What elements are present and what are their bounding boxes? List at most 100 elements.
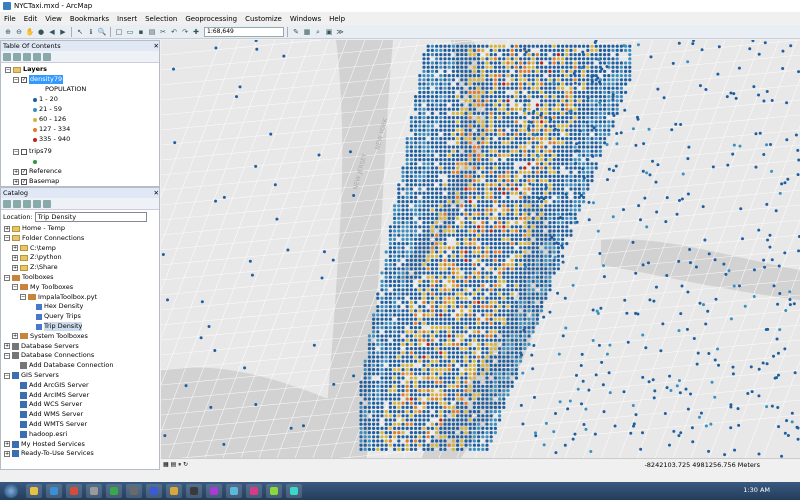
taskbar-app-icon[interactable] xyxy=(246,484,262,498)
layer-visibility-checkbox[interactable]: ✓ xyxy=(21,76,27,83)
menu-help[interactable]: Help xyxy=(325,15,349,23)
start-button[interactable] xyxy=(4,484,18,498)
taskbar-app-icon[interactable] xyxy=(106,484,122,498)
taskbar-app-icon[interactable] xyxy=(126,484,142,498)
taskbar-explorer-icon[interactable] xyxy=(26,484,42,498)
list-by-selection-icon[interactable] xyxy=(33,52,41,61)
catalog-item-add-server[interactable]: Add WMS Server xyxy=(12,410,83,419)
catalog-icon[interactable]: ▦ xyxy=(302,27,312,37)
redo-icon[interactable]: ↷ xyxy=(180,27,190,37)
expand-toggle[interactable]: + xyxy=(12,264,18,271)
catalog-item-my-hosted-services[interactable]: + My Hosted Services xyxy=(4,440,85,449)
zoom-in-icon[interactable]: ⊕ xyxy=(3,27,13,37)
pan-icon[interactable]: ✋ xyxy=(25,27,35,37)
expand-toggle[interactable]: − xyxy=(12,284,18,291)
location-input[interactable]: Trip Density xyxy=(34,212,147,222)
close-icon[interactable]: ✕ xyxy=(154,188,159,198)
open-icon[interactable]: ▭ xyxy=(125,27,135,37)
menu-edit[interactable]: Edit xyxy=(20,15,42,23)
select-arrow-icon[interactable]: ↖ xyxy=(75,27,85,37)
taskbar-app-icon[interactable] xyxy=(266,484,282,498)
toc-layer-basemap[interactable]: + ✓ Basemap xyxy=(13,177,59,186)
print-icon[interactable]: ▤ xyxy=(147,27,157,37)
catalog-item-add-server[interactable]: Add ArcIMS Server xyxy=(12,391,89,400)
catalog-item-tool[interactable]: Hex Density xyxy=(28,302,83,311)
catalog-item-home[interactable]: + Home - Temp xyxy=(4,224,65,233)
back-icon[interactable] xyxy=(3,199,11,208)
up-icon[interactable] xyxy=(13,199,21,208)
toc-layers-root[interactable]: − Layers xyxy=(5,65,47,74)
list-by-visibility-icon[interactable] xyxy=(23,52,31,61)
search-icon[interactable]: ⌕ xyxy=(313,27,323,37)
identify-icon[interactable]: ℹ xyxy=(86,27,96,37)
catalog-item-gis-servers[interactable]: − GIS Servers xyxy=(4,371,59,380)
catalog-item-folder[interactable]: + Z:\python xyxy=(12,253,62,262)
expand-toggle[interactable]: + xyxy=(4,441,10,448)
taskbar-chrome-icon[interactable] xyxy=(66,484,82,498)
menu-selection[interactable]: Selection xyxy=(141,15,181,23)
taskbar-arcmap-icon[interactable] xyxy=(226,484,242,498)
close-icon[interactable]: ✕ xyxy=(154,41,159,51)
expand-toggle[interactable]: + xyxy=(4,343,10,350)
taskbar-app-icon[interactable] xyxy=(206,484,222,498)
editor-icon[interactable]: ✎ xyxy=(291,27,301,37)
connect-folder-icon[interactable] xyxy=(33,199,41,208)
expand-toggle[interactable]: + xyxy=(12,333,18,340)
catalog-item-folder[interactable]: + C:\temp xyxy=(12,244,56,253)
map-scale-input[interactable]: 1:68,649 xyxy=(204,26,284,37)
views-icon[interactable] xyxy=(43,199,51,208)
catalog-item-tool[interactable]: Query Trips xyxy=(28,312,81,321)
catalog-item-database-servers[interactable]: + Database Servers xyxy=(4,342,79,351)
list-by-drawing-order-icon[interactable] xyxy=(3,52,11,61)
layer-visibility-checkbox[interactable]: ✓ xyxy=(21,178,27,185)
taskbar-app-icon[interactable] xyxy=(186,484,202,498)
toc-layer-reference[interactable]: + ✓ Reference xyxy=(13,167,62,176)
undo-icon[interactable]: ↶ xyxy=(169,27,179,37)
options-icon[interactable] xyxy=(43,52,51,61)
catalog-item-my-toolboxes[interactable]: − My Toolboxes xyxy=(12,283,73,292)
taskbar-app-icon[interactable] xyxy=(146,484,162,498)
layer-visibility-checkbox[interactable]: ✓ xyxy=(21,168,27,175)
python-icon[interactable]: ≫ xyxy=(335,27,345,37)
expand-toggle[interactable]: − xyxy=(4,352,10,359)
expand-toggle[interactable]: + xyxy=(4,225,10,232)
catalog-item-toolboxes[interactable]: − Toolboxes xyxy=(4,273,54,282)
menu-customize[interactable]: Customize xyxy=(241,15,286,23)
catalog-item-database-connections[interactable]: − Database Connections xyxy=(4,351,94,360)
forward-icon[interactable]: ▶ xyxy=(58,27,68,37)
expand-toggle[interactable]: − xyxy=(20,294,26,301)
map-canvas[interactable]: NEW JERSEY NEW YORK xyxy=(161,40,800,458)
catalog-item-folder[interactable]: + Z:\Share xyxy=(12,263,58,272)
home-icon[interactable] xyxy=(23,199,31,208)
catalog-item-tool[interactable]: Trip Density xyxy=(28,322,83,331)
new-icon[interactable]: □ xyxy=(114,27,124,37)
save-icon[interactable]: ▪ xyxy=(136,27,146,37)
toc-layer-density79[interactable]: − ✓ density79 xyxy=(13,75,64,84)
map-view[interactable]: NEW JERSEY NEW YORK xyxy=(161,40,800,458)
data-view-icon[interactable]: ▦ ▤ ⏸ ↻ xyxy=(163,461,188,469)
full-extent-icon[interactable]: ● xyxy=(36,27,46,37)
catalog-item-add-server[interactable]: Add WCS Server xyxy=(12,400,82,409)
menu-file[interactable]: File xyxy=(0,15,20,23)
menu-insert[interactable]: Insert xyxy=(113,15,141,23)
expand-toggle[interactable]: − xyxy=(4,235,10,242)
taskbar-app-icon[interactable] xyxy=(166,484,182,498)
menu-geoprocessing[interactable]: Geoprocessing xyxy=(181,15,241,23)
expand-toggle[interactable]: − xyxy=(4,372,10,379)
expand-toggle[interactable]: − xyxy=(4,274,10,281)
toolbox-icon[interactable]: ▣ xyxy=(324,27,334,37)
list-by-source-icon[interactable] xyxy=(13,52,21,61)
menu-windows[interactable]: Windows xyxy=(286,15,325,23)
catalog-item-toolbox-file[interactable]: − ImpalaToolbox.pyt xyxy=(20,293,97,302)
catalog-item-add-server[interactable]: Add ArcGIS Server xyxy=(12,381,89,390)
expand-toggle[interactable]: + xyxy=(12,245,18,252)
catalog-item-add-server[interactable]: Add WMTS Server xyxy=(12,420,87,429)
expand-toggle[interactable]: + xyxy=(12,254,18,261)
taskbar-app-icon[interactable] xyxy=(286,484,302,498)
layer-visibility-checkbox[interactable] xyxy=(21,148,27,155)
menu-bookmarks[interactable]: Bookmarks xyxy=(66,15,113,23)
find-icon[interactable]: 🔍 xyxy=(97,27,107,37)
catalog-item-folder-connections[interactable]: − Folder Connections xyxy=(4,234,84,243)
taskbar-ie-icon[interactable] xyxy=(46,484,62,498)
menu-view[interactable]: View xyxy=(41,15,66,23)
